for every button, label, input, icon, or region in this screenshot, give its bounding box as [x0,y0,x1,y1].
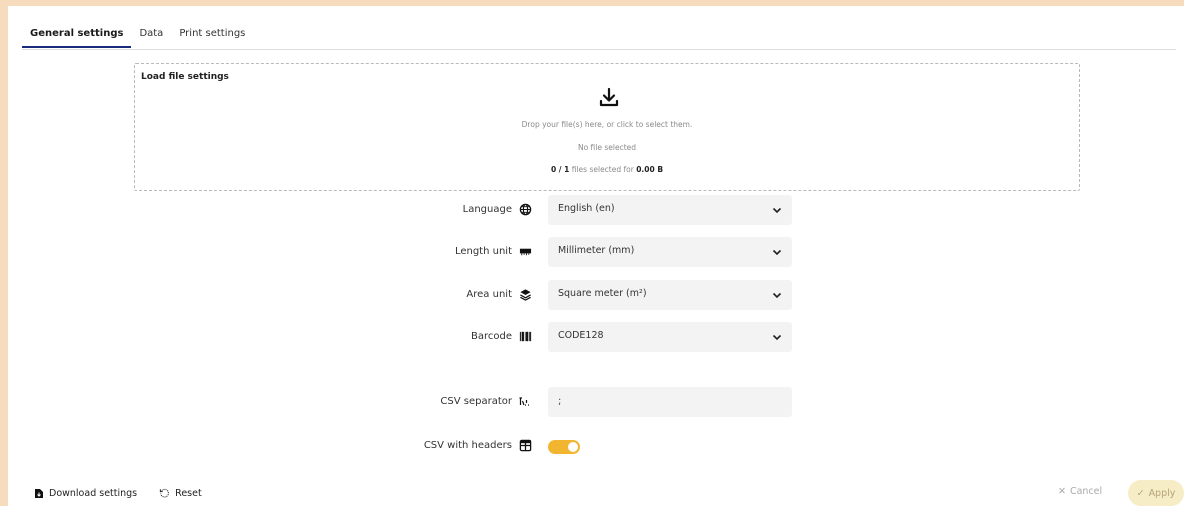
tab-data[interactable]: Data [131,22,171,48]
length-unit-value: Millimeter (mm) [558,245,635,256]
download-settings-button[interactable]: Download settings [34,488,137,499]
csv-headers-toggle[interactable] [548,440,580,454]
tab-print-settings[interactable]: Print settings [171,22,253,48]
language-value: English (en) [558,203,615,214]
area-unit-select[interactable]: Square meter (m²) [548,280,792,310]
csv-headers-label: CSV with headers [423,439,512,451]
csv-headers-row: CSV with headers [8,431,1184,461]
chevron-down-icon [772,249,782,256]
reset-label: Reset [175,488,202,499]
file-count: 0 / 1 [550,165,570,174]
csv-separator-label: CSV separator [440,395,512,407]
length-unit-row: Length unit Millimeter (mm) [8,237,1184,267]
dropzone-count: 0 / 1 files selected for 0.00 B [135,165,1079,174]
separator-icon [518,394,532,408]
file-size: 0.00 B [636,165,664,174]
layers-icon [518,287,532,301]
csv-separator-row: CSV separator ; [8,387,1184,417]
tab-general-settings[interactable]: General settings [22,22,132,48]
file-count-text: files selected for [569,165,637,174]
language-label: Language [462,203,512,215]
area-unit-value: Square meter (m²) [558,288,647,299]
ruler-icon [518,244,532,258]
language-row: Language English (en) [8,195,1184,225]
length-unit-select[interactable]: Millimeter (mm) [548,237,792,267]
dropzone-title: Load file settings [141,72,229,82]
tab-divider [22,49,1176,50]
area-unit-label: Area unit [466,288,512,300]
download-settings-label: Download settings [49,488,138,499]
table-icon [518,438,532,452]
dropzone-status: No file selected [577,143,637,152]
barcode-row: Barcode CODE128 [8,322,1184,352]
barcode-label: Barcode [471,330,512,342]
tab-bar: General settings Data Print settings [22,22,253,48]
language-select[interactable]: English (en) [548,195,792,225]
cancel-button[interactable]: ✕ Cancel [1058,486,1102,497]
close-icon: ✕ [1058,486,1066,497]
file-dropzone[interactable]: Load file settings Drop your file(s) her… [134,63,1080,191]
toggle-knob [568,442,578,452]
barcode-value: CODE128 [558,330,604,341]
apply-label: Apply [1148,487,1176,499]
reset-icon [160,488,170,498]
barcode-icon [518,329,532,343]
area-unit-row: Area unit Square meter (m²) [8,280,1184,310]
length-unit-label: Length unit [454,245,512,257]
globe-icon [518,202,532,216]
check-icon: ✓ [1136,487,1145,499]
reset-button[interactable]: Reset [159,488,202,499]
footer-actions: Download settings Reset [34,488,202,499]
chevron-down-icon [772,334,782,341]
apply-button[interactable]: ✓ Apply [1128,480,1184,506]
barcode-select[interactable]: CODE128 [548,322,792,352]
cancel-label: Cancel [1069,486,1103,497]
dropzone-instruction: Drop your file(s) here, or click to sele… [521,120,693,129]
settings-panel: General settings Data Print settings Loa… [0,0,1184,506]
csv-separator-input[interactable]: ; [548,387,792,417]
file-download-icon [35,489,43,498]
download-icon [599,87,619,107]
chevron-down-icon [772,292,782,299]
chevron-down-icon [772,207,782,214]
